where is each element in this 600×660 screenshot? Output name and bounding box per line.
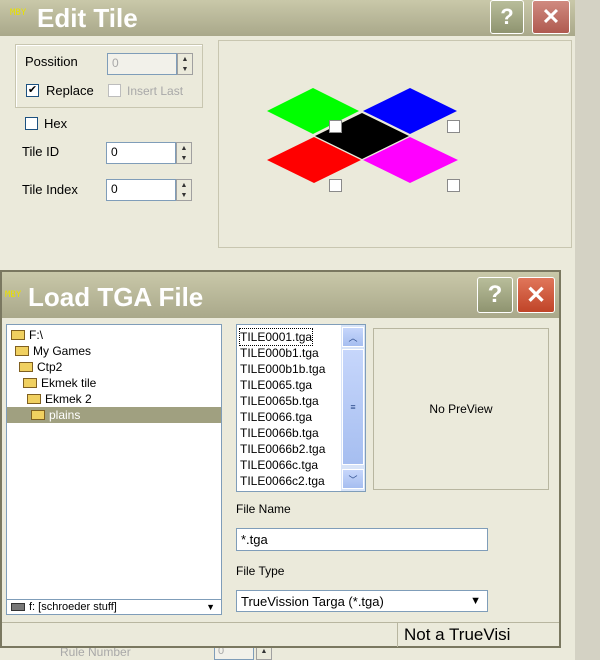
close-icon: ✕ xyxy=(525,281,547,309)
close-button[interactable]: ✕ xyxy=(532,0,570,34)
spin-up-icon: ▲ xyxy=(181,55,189,63)
tile-index-label: Tile Index xyxy=(22,182,78,197)
chevron-down-icon[interactable]: ▼ xyxy=(470,595,481,607)
possition-spinner[interactable]: ▲ ▼ xyxy=(177,53,193,75)
app-logo-icon: MBY xyxy=(10,8,27,18)
app-logo-icon: MBY xyxy=(5,290,22,300)
file-name-input[interactable]: *.tga xyxy=(236,528,488,551)
tile-index-input[interactable]: 0 xyxy=(106,179,176,201)
status-divider xyxy=(397,623,398,647)
folder-open-icon xyxy=(11,330,25,340)
spin-down-icon: ▼ xyxy=(180,154,188,162)
chevron-down-icon: ﹀ xyxy=(348,474,358,485)
desktop-background xyxy=(575,0,600,660)
status-bar: Not a TrueVisi xyxy=(2,622,559,647)
drive-icon xyxy=(11,603,25,611)
scroll-down-button[interactable]: ﹀ xyxy=(342,469,364,489)
chevron-down-icon[interactable]: ▼ xyxy=(206,600,215,614)
load-tga-window: MBY Load TGA File ? ✕ F:\ My Games Ctp2 … xyxy=(0,270,561,648)
preview-text: No PreView xyxy=(429,402,493,416)
file-type-label: File Type xyxy=(236,564,285,578)
insert-last-checkbox[interactable] xyxy=(108,84,121,97)
edit-tile-title: Edit Tile xyxy=(37,3,138,33)
list-item-file[interactable]: TILE0066b2.tga xyxy=(240,441,325,457)
file-name-label: File Name xyxy=(236,502,291,516)
list-item-file[interactable]: TILE0066.tga xyxy=(240,409,312,425)
list-item-file-selected[interactable]: TILE0001.tga xyxy=(238,328,314,346)
file-type-select[interactable]: TrueVission Targa (*.tga) ▼ xyxy=(236,590,488,612)
tree-item-drive[interactable]: F:\ xyxy=(9,327,43,343)
help-button[interactable]: ? xyxy=(477,277,513,313)
tile-checkbox-red[interactable] xyxy=(329,179,342,192)
tile-id-label: Tile ID xyxy=(22,144,60,159)
list-item-file[interactable]: TILE0066b.tga xyxy=(240,425,319,441)
folder-open-icon xyxy=(27,394,41,404)
drive-select[interactable]: f: [schroeder stuff] ▼ xyxy=(6,599,222,615)
close-button[interactable]: ✕ xyxy=(517,277,555,313)
help-icon: ? xyxy=(500,4,514,29)
tile-checkbox-black[interactable] xyxy=(329,120,342,133)
list-item-file[interactable]: TILE0066c2.tga xyxy=(240,473,325,489)
list-item-file[interactable]: TILE000b1b.tga xyxy=(240,361,325,377)
tree-item-ekmek-tile[interactable]: Ekmek tile xyxy=(21,375,96,391)
replace-label: Replace xyxy=(46,83,94,98)
list-item-file[interactable]: TILE0066c.tga xyxy=(240,457,318,473)
tile-index-spinner[interactable]: ▲ ▼ xyxy=(176,179,192,201)
spin-up-icon: ▲ xyxy=(180,181,188,189)
folder-tree[interactable]: F:\ My Games Ctp2 Ekmek tile Ekmek 2 pla… xyxy=(6,324,222,602)
load-tga-title: Load TGA File xyxy=(28,282,204,312)
grip-icon: ≡ xyxy=(350,402,356,412)
chevron-up-icon: ︿ xyxy=(348,332,358,343)
help-button[interactable]: ? xyxy=(490,0,524,34)
list-item-file[interactable]: TILE0065.tga xyxy=(240,377,312,393)
spin-down-icon: ▼ xyxy=(180,191,188,199)
folder-open-icon xyxy=(15,346,29,356)
replace-checkbox[interactable]: ✔ xyxy=(26,84,39,97)
possition-label: Possition xyxy=(25,54,78,69)
scroll-up-button[interactable]: ︿ xyxy=(342,327,364,347)
file-list[interactable]: TILE0001.tga TILE000b1.tga TILE000b1b.tg… xyxy=(236,324,366,492)
tile-diamonds-graphic[interactable] xyxy=(219,41,573,249)
tree-item-plains[interactable]: plains xyxy=(29,407,80,423)
edit-tile-titlebar[interactable]: MBY Edit Tile ? ✕ xyxy=(0,0,575,36)
hex-checkbox[interactable] xyxy=(25,117,38,130)
folder-open-icon xyxy=(31,410,45,420)
tree-item-ekmek-2[interactable]: Ekmek 2 xyxy=(25,391,92,407)
possition-input[interactable]: 0 xyxy=(107,53,177,75)
spin-up-icon: ▲ xyxy=(260,648,268,655)
folder-open-icon xyxy=(19,362,33,372)
status-text: Not a TrueVisi xyxy=(404,625,511,644)
folder-open-icon xyxy=(23,378,37,388)
list-item-file[interactable]: TILE0065b.tga xyxy=(240,393,319,409)
help-icon: ? xyxy=(487,281,503,308)
spin-up-icon: ▲ xyxy=(180,144,188,152)
tile-id-input[interactable]: 0 xyxy=(106,142,176,164)
insert-last-label: Insert Last xyxy=(127,84,184,98)
tile-checkbox-blue[interactable] xyxy=(447,120,460,133)
list-item-file[interactable]: TILE000b1.tga xyxy=(240,345,319,361)
file-list-scrollbar[interactable]: ︿ ≡ ﹀ xyxy=(341,325,365,491)
image-preview: No PreView xyxy=(373,328,549,490)
close-icon: ✕ xyxy=(541,4,561,29)
tile-preview-panel xyxy=(218,40,572,248)
tree-item-ctp2[interactable]: Ctp2 xyxy=(17,359,62,375)
tile-id-spinner[interactable]: ▲ ▼ xyxy=(176,142,192,164)
hex-label: Hex xyxy=(44,116,68,131)
tile-checkbox-magenta[interactable] xyxy=(447,179,460,192)
tree-item-my-games[interactable]: My Games xyxy=(13,343,91,359)
spin-down-icon: ▼ xyxy=(181,65,189,73)
load-tga-titlebar[interactable]: MBY Load TGA File ? ✕ xyxy=(2,272,559,318)
scroll-thumb[interactable]: ≡ xyxy=(342,349,364,465)
